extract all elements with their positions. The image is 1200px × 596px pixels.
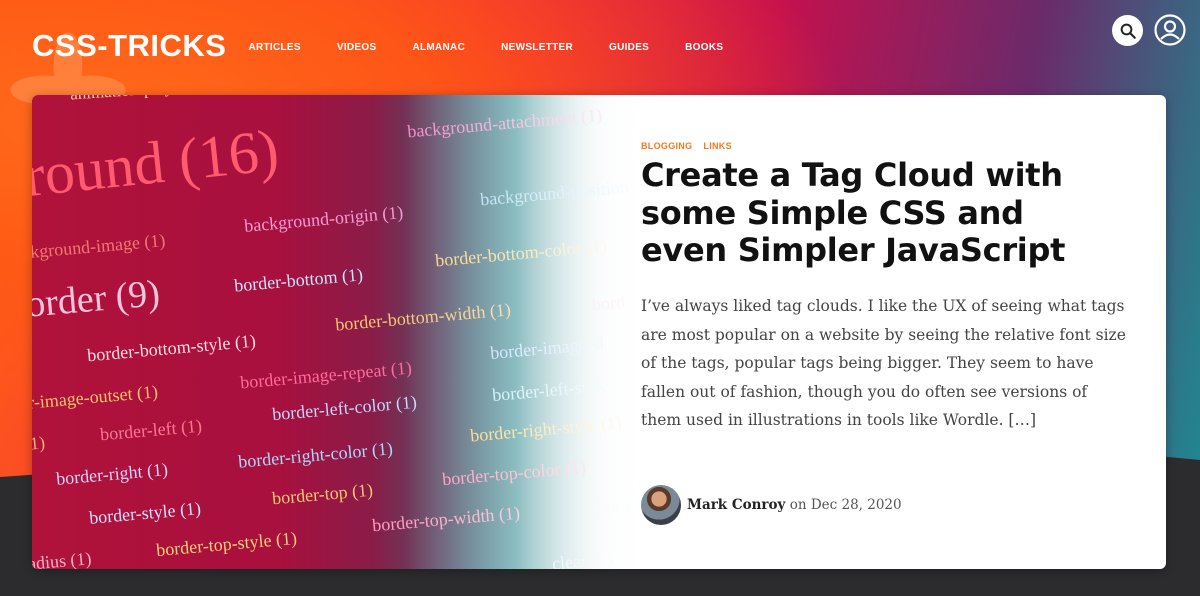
category-link[interactable]: BLOGGING bbox=[641, 141, 692, 151]
tag-cloud-item: border-left (1) bbox=[99, 415, 203, 445]
tag-cloud-item: clear (1) bbox=[551, 548, 614, 569]
author-avatar[interactable] bbox=[641, 485, 681, 525]
tag-cloud-item: 1) bbox=[32, 432, 46, 454]
site-logo[interactable]: CSS-TRICKS bbox=[32, 28, 226, 64]
article-hero-image[interactable]: animation-play background-attachment (1)… bbox=[32, 95, 652, 569]
tag-cloud-item: border-image-repeat (1) bbox=[239, 357, 413, 393]
tag-cloud-item: border-top (1) bbox=[271, 479, 374, 509]
article-byline: Mark Conroy on Dec 28, 2020 bbox=[641, 485, 902, 525]
featured-article-card: animation-play background-attachment (1)… bbox=[32, 95, 1166, 569]
search-button[interactable] bbox=[1112, 15, 1143, 46]
nav-newsletter[interactable]: NEWSLETTER bbox=[501, 40, 573, 53]
tag-cloud-item: border-bottom-color (1) bbox=[434, 235, 608, 271]
tag-cloud-item: border-top-color (1) bbox=[441, 456, 587, 490]
tag-cloud-item: background-position bbox=[479, 176, 630, 210]
tag-cloud-item: border-top-width (1) bbox=[371, 502, 521, 536]
nav-guides[interactable]: GUIDES bbox=[609, 40, 649, 53]
article-title[interactable]: Create a Tag Cloud with some Simple CSS … bbox=[641, 156, 1111, 270]
nav-articles[interactable]: ARTICLES bbox=[248, 40, 300, 53]
tag-cloud-item: background-attachment (1) bbox=[406, 104, 603, 142]
tag-cloud-item: border-left-color (1) bbox=[271, 391, 418, 425]
tag-cloud-item: bord bbox=[596, 495, 631, 519]
tag-cloud-item: border-image-sl bbox=[489, 333, 606, 363]
site-header: CSS-TRICKS ARTICLES VIDEOS ALMANAC NEWSL… bbox=[0, 0, 1200, 92]
nav-almanac[interactable]: ALMANAC bbox=[412, 40, 465, 53]
search-icon bbox=[1120, 23, 1136, 39]
publish-date: Dec 28, 2020 bbox=[810, 497, 902, 513]
tag-cloud-item: border-top-style (1) bbox=[155, 527, 298, 561]
tag-cloud-item: border-bottom (1) bbox=[233, 264, 364, 296]
author-name[interactable]: Mark Conroy bbox=[687, 497, 785, 513]
article-excerpt: I’ve always liked tag clouds. I like the… bbox=[641, 297, 1126, 429]
tag-cloud-item: round (16) bbox=[32, 116, 282, 210]
date-prefix: on bbox=[789, 497, 807, 513]
tag-cloud-item: background-origin (1) bbox=[243, 202, 404, 236]
tag-cloud-item: order (9) bbox=[32, 272, 162, 326]
tag-cloud-item: r-image-outset (1) bbox=[32, 381, 159, 413]
tag-cloud-item: kground-image (1) bbox=[32, 230, 167, 262]
main-nav: ARTICLES VIDEOS ALMANAC NEWSLETTER GUIDE… bbox=[248, 40, 759, 53]
account-button[interactable] bbox=[1154, 14, 1186, 46]
article-categories: BLOGGING LINKS bbox=[641, 141, 743, 151]
user-icon bbox=[1154, 14, 1186, 46]
tag-cloud-item: border-bottom-width (1) bbox=[334, 299, 512, 335]
nav-videos[interactable]: VIDEOS bbox=[337, 40, 377, 53]
tag-cloud-item: border-bottom-style (1) bbox=[86, 330, 257, 366]
tag-cloud-item: animation-play bbox=[69, 95, 173, 105]
tag-cloud-item: border-right-color (1) bbox=[237, 438, 394, 472]
tag-cloud-item: border-style (1) bbox=[88, 498, 202, 528]
tag-cloud-item: border-right (1) bbox=[55, 459, 169, 489]
tag-cloud-item: border-right-style (1) bbox=[469, 412, 623, 446]
tag-cloud-item: border-left-style bbox=[491, 374, 610, 406]
nav-books[interactable]: BOOKS bbox=[685, 40, 723, 53]
tag-cloud-item: adius (1) bbox=[32, 548, 93, 569]
category-link[interactable]: LINKS bbox=[703, 141, 732, 151]
tag-cloud-item: bord bbox=[591, 291, 626, 315]
